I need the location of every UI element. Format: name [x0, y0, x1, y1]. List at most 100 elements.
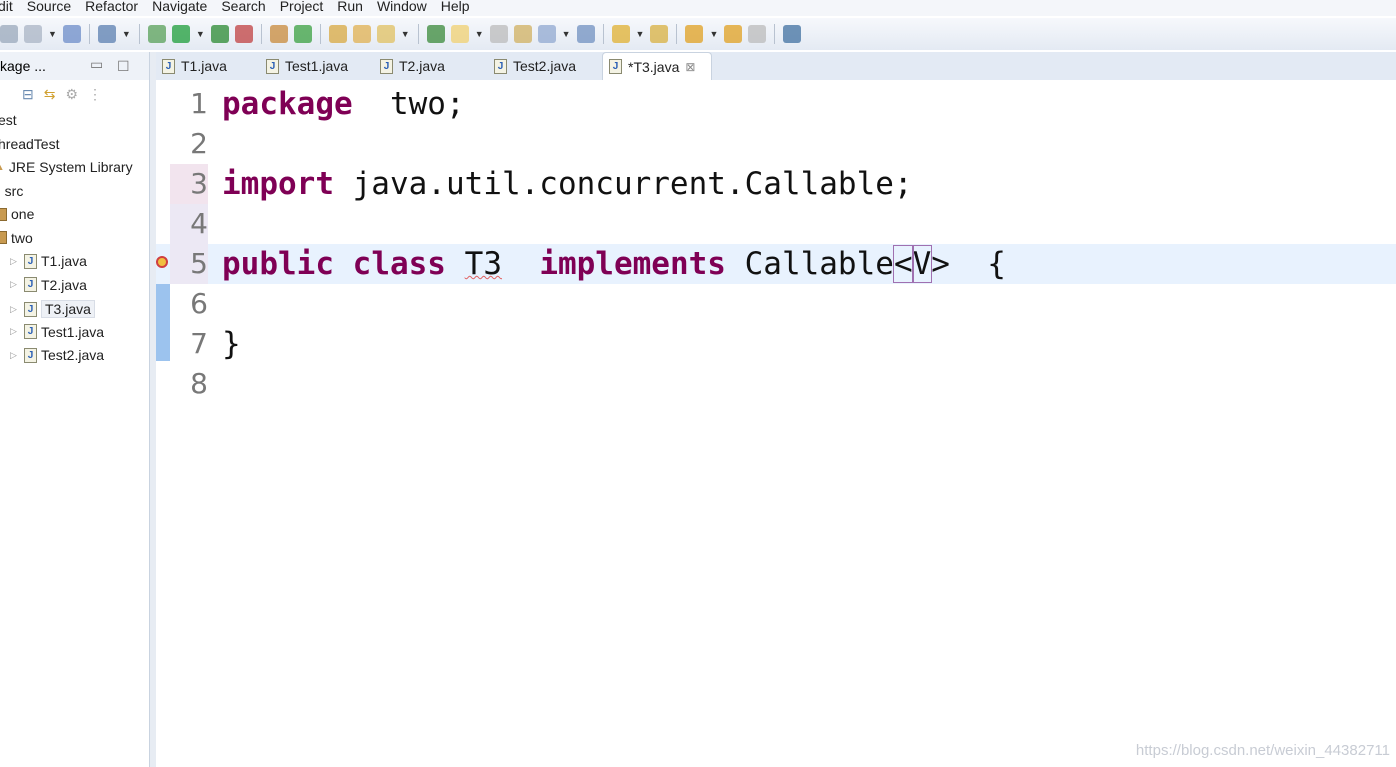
tab-t1java[interactable]: J T1.java — [156, 52, 260, 80]
toolbar-button-icon[interactable] — [513, 25, 532, 43]
toolbar-button-icon[interactable] — [352, 25, 371, 43]
expand-arrow-icon[interactable]: ▷ — [10, 256, 20, 267]
menu-navigate[interactable]: Navigate — [152, 0, 207, 16]
filter-icon[interactable]: ⚙ — [65, 86, 78, 103]
tree-item-two[interactable]: two — [0, 230, 33, 246]
tab-label: Test1.java — [285, 58, 349, 74]
tree-item-hreadtest[interactable]: hreadTest — [0, 136, 59, 152]
dropdown-arrow-icon[interactable]: ▼ — [48, 29, 57, 39]
view-menu-icon[interactable]: ⋮ — [88, 86, 102, 103]
toolbar-button-icon[interactable] — [724, 25, 743, 43]
java-file-icon: J — [24, 301, 37, 317]
java-file-icon: J — [162, 58, 175, 74]
code-line[interactable]: 8 — [156, 364, 1396, 404]
code-line[interactable]: 7} — [156, 324, 1396, 364]
tree-item-one[interactable]: one — [0, 206, 34, 222]
dropdown-arrow-icon[interactable]: ▼ — [709, 29, 718, 39]
code-line[interactable]: 2 — [156, 124, 1396, 164]
line-number: 6 — [190, 287, 208, 320]
toolbar-separator — [88, 24, 90, 44]
view-title[interactable]: kage ... — [0, 58, 46, 74]
toolbar-button-icon[interactable] — [650, 25, 669, 43]
dropdown-arrow-icon[interactable]: ▼ — [636, 29, 645, 39]
menu-dit[interactable]: dit — [0, 0, 13, 16]
tree-item-t3-java[interactable]: ▷ J T3.java — [10, 300, 95, 318]
dropdown-arrow-icon[interactable]: ▼ — [475, 29, 484, 39]
tree-item-test2-java[interactable]: ▷ J Test2.java — [10, 347, 104, 363]
toolbar-button-icon[interactable] — [450, 25, 469, 43]
toolbar-separator — [319, 24, 321, 44]
tab-t2java[interactable]: J T2.java — [374, 52, 488, 80]
menu-project[interactable]: Project — [280, 0, 324, 16]
dropdown-arrow-icon[interactable]: ▼ — [196, 29, 205, 39]
toolbar-button-icon[interactable] — [328, 25, 347, 43]
toolbar-button-icon[interactable] — [537, 25, 556, 43]
toolbar-button-icon[interactable] — [685, 25, 704, 43]
toolbar-button-icon[interactable] — [783, 25, 802, 43]
editor-tabs: J T1.java J Test1.java J T2.java J Test2.java J *… — [156, 52, 1396, 80]
toolbar-button-icon[interactable] — [171, 25, 190, 43]
toolbar-button-icon[interactable] — [210, 25, 229, 43]
line-number: 8 — [190, 367, 208, 400]
toolbar-button-icon[interactable] — [147, 25, 166, 43]
code-line[interactable]: 3 import java.util.concurrent.Callable; — [156, 164, 1396, 204]
toolbar-button-icon[interactable] — [293, 25, 312, 43]
toolbar-button-icon[interactable] — [0, 25, 18, 43]
menu-search[interactable]: Search — [221, 0, 265, 16]
link-editor-icon[interactable]: ⇆ — [44, 86, 56, 103]
tree-item-jre-system-library[interactable]: ▲JRE System Library — [0, 159, 133, 175]
dropdown-arrow-icon[interactable]: ▼ — [401, 29, 410, 39]
code-line[interactable]: 1 package two; — [156, 84, 1396, 124]
tab-t3java[interactable]: J *T3.java ⊠ — [602, 52, 712, 80]
expand-arrow-icon[interactable]: ▷ — [10, 304, 20, 315]
toolbar-button-icon[interactable] — [62, 25, 81, 43]
tree-item-est[interactable]: est — [0, 112, 17, 128]
toolbar-button-icon[interactable] — [611, 25, 630, 43]
error-marker-icon[interactable] — [156, 256, 168, 268]
code-text: package two; — [222, 84, 465, 124]
menu-refactor[interactable]: Refactor — [85, 0, 138, 16]
tree-item-src[interactable]: ●src — [0, 183, 23, 199]
dropdown-arrow-icon[interactable]: ▼ — [562, 29, 571, 39]
expand-arrow-icon[interactable]: ▷ — [10, 279, 20, 290]
menu-source[interactable]: Source — [27, 0, 71, 16]
code-line[interactable]: 6 — [156, 284, 1396, 324]
toolbar-button-icon[interactable] — [376, 25, 395, 43]
expand-arrow-icon[interactable]: ▷ — [10, 350, 20, 361]
maximize-icon[interactable]: ☐ — [117, 52, 130, 80]
toolbar-button-icon[interactable] — [576, 25, 595, 43]
close-tab-icon[interactable]: ⊠ — [685, 60, 695, 74]
toolbar-button-icon[interactable] — [489, 25, 508, 43]
toolbar-button-icon[interactable] — [234, 25, 253, 43]
tree-item-t2-java[interactable]: ▷ J T2.java — [10, 277, 87, 293]
code-editor[interactable]: 1 package two; 2 3 import java.util.concurre… — [156, 80, 1396, 767]
toolbar-button-icon[interactable] — [426, 25, 445, 43]
line-number: 2 — [190, 127, 208, 160]
line-number: 7 — [190, 327, 208, 360]
tab-test2java[interactable]: J Test2.java — [488, 52, 602, 80]
tree-item-test1-java[interactable]: ▷ J Test1.java — [10, 324, 104, 340]
tree-item-label: JRE System Library — [8, 159, 133, 175]
tree-item-t1-java[interactable]: ▷ J T1.java — [10, 253, 87, 269]
toolbar-button-icon[interactable] — [748, 25, 767, 43]
toolbar-button-icon[interactable] — [24, 25, 42, 43]
java-file-icon: J — [24, 324, 37, 339]
code-token: < — [892, 245, 914, 283]
minimize-icon[interactable]: ▭ — [90, 50, 103, 78]
tab-test1java[interactable]: J Test1.java — [260, 52, 374, 80]
code-token: { — [949, 246, 1006, 282]
menu-window[interactable]: Window — [377, 0, 427, 16]
code-line[interactable]: 5 public class T3 implements Callable<V> … — [156, 244, 1396, 284]
toolbar-button-icon[interactable] — [269, 25, 288, 43]
collapse-all-icon[interactable]: ⊟ — [22, 86, 34, 103]
toolbar-separator — [417, 24, 419, 44]
code-token: } — [222, 326, 241, 362]
package-explorer-header: kage ... ▭ ☐ — [0, 52, 149, 80]
code-line[interactable]: 4 — [156, 204, 1396, 244]
expand-arrow-icon[interactable]: ▷ — [10, 326, 20, 337]
toolbar-button-icon[interactable] — [97, 25, 116, 43]
menu-run[interactable]: Run — [337, 0, 363, 16]
dropdown-arrow-icon[interactable]: ▼ — [122, 29, 131, 39]
menu-help[interactable]: Help — [441, 0, 470, 16]
